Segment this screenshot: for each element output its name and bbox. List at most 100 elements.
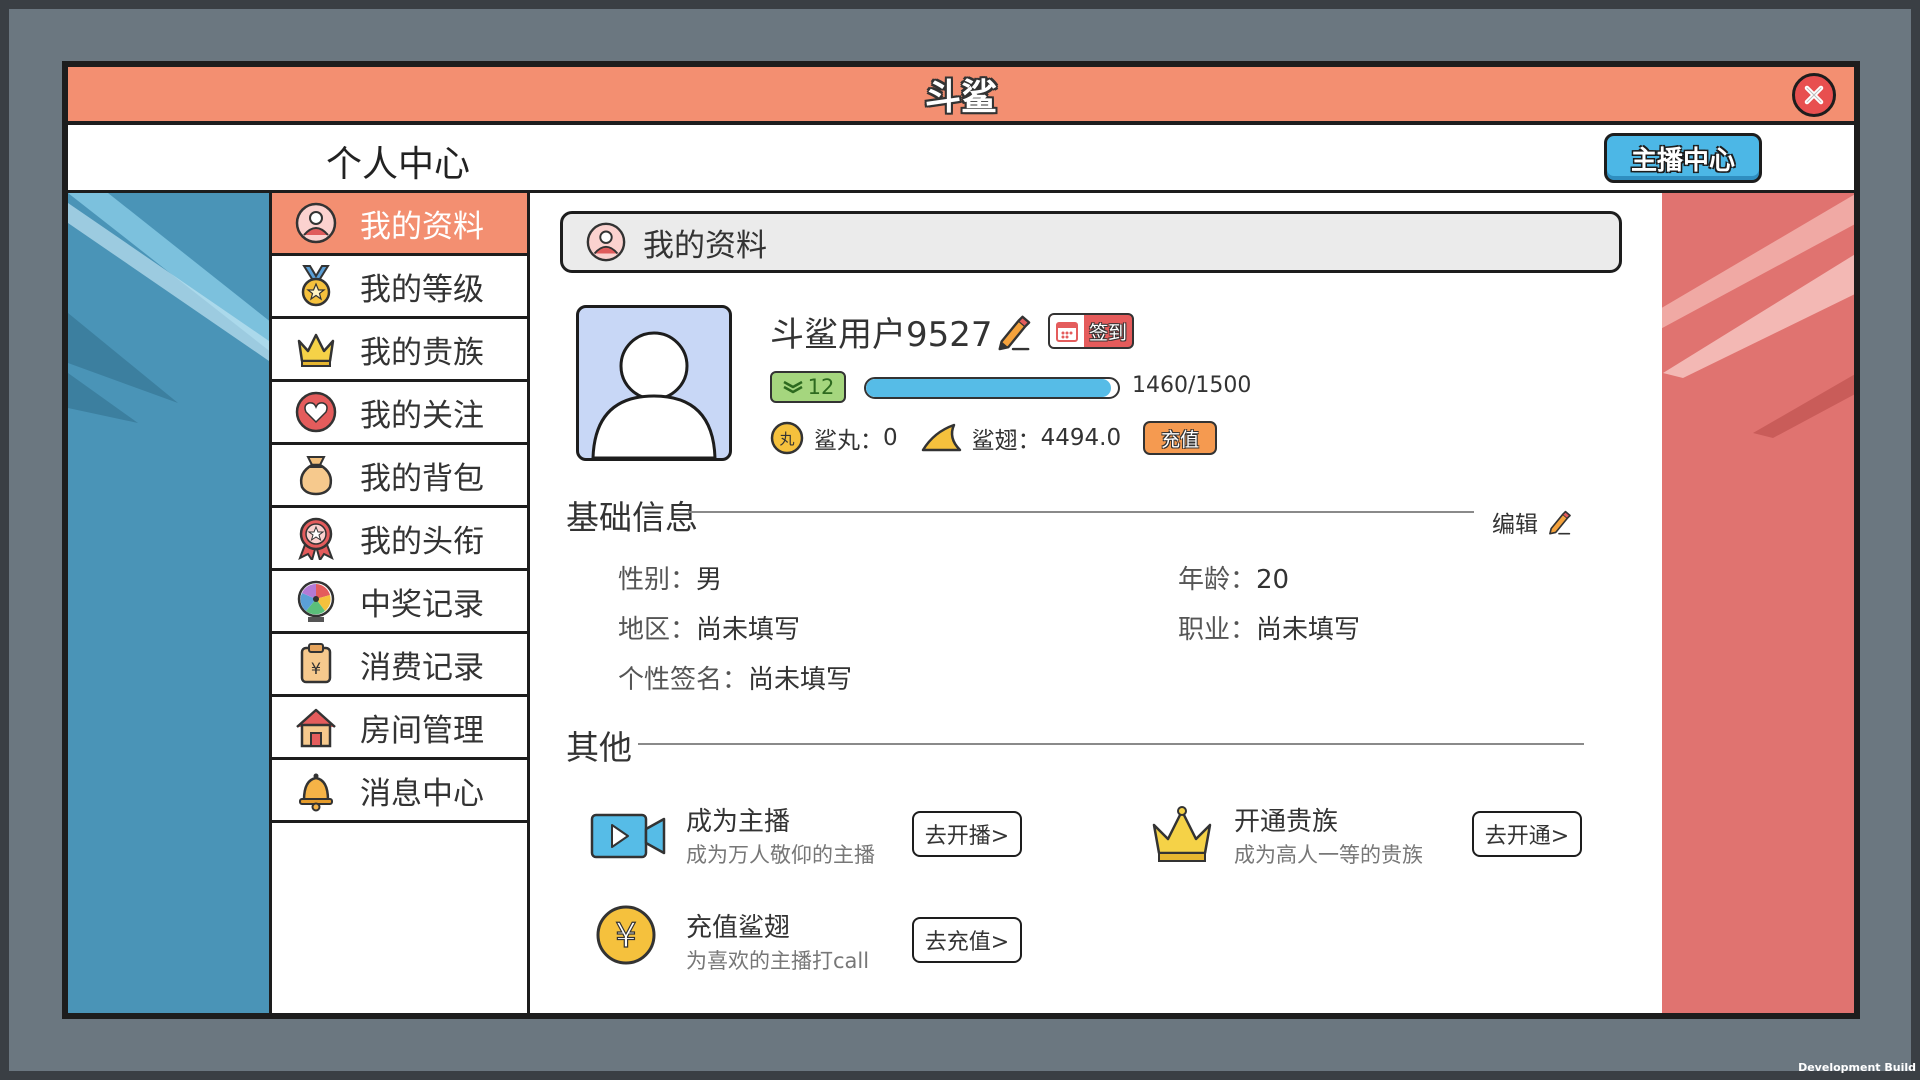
right-decoration <box>1650 193 1854 1019</box>
basic-info-divider <box>688 511 1474 513</box>
profile-icon <box>292 199 340 247</box>
avatar[interactable] <box>576 305 732 461</box>
edit-name-icon[interactable] <box>994 313 1032 351</box>
sidebar-nav: 我的资料 我的等级 我的贵族 我的关注 我的背包 <box>272 193 530 1019</box>
left-decoration <box>68 193 272 1019</box>
badge-icon <box>292 514 340 562</box>
username: 斗鲨用户9527 <box>770 307 993 356</box>
signature-label: 个性签名： <box>618 665 748 695</box>
sidebar-item-consume-record[interactable]: ¥ 消费记录 <box>272 634 527 697</box>
sidebar-item-label: 我的背包 <box>360 453 484 498</box>
sidebar-item-level[interactable]: 我的等级 <box>272 256 527 319</box>
coin-icon-text: 丸 <box>779 430 794 448</box>
job-field: 职业：尚未填写 <box>1178 609 1360 646</box>
xp-text: 1460/1500 <box>1132 373 1251 398</box>
level-chevron-icon <box>782 378 804 396</box>
go-recharge-button[interactable]: 去充值> <box>912 917 1022 963</box>
checkin-button[interactable]: 签到 <box>1048 313 1134 349</box>
sidebar-item-label: 消费记录 <box>360 642 484 687</box>
tab-bar: 个人中心 主播中心 <box>68 125 1854 193</box>
sidebar-item-label: 我的等级 <box>360 264 484 309</box>
shark-pill-coin-icon: 丸 <box>770 421 804 455</box>
recharge-fin-desc: 为喜欢的主播打call <box>686 945 869 975</box>
sidebar-item-title[interactable]: 我的头衔 <box>272 508 527 571</box>
wheel-icon <box>292 577 340 625</box>
default-avatar-icon <box>579 308 729 458</box>
sidebar-item-backpack[interactable]: 我的背包 <box>272 445 527 508</box>
sidebar-item-label: 我的头衔 <box>360 516 484 561</box>
gender-value: 男 <box>696 565 722 595</box>
title-bar: 斗鲨 <box>68 67 1854 125</box>
crown-icon <box>292 325 340 373</box>
sidebar-item-message-center[interactable]: 消息中心 <box>272 760 527 823</box>
development-build-label: Development Build <box>1798 1061 1916 1074</box>
sidebar-item-profile[interactable]: 我的资料 <box>272 193 527 256</box>
job-value: 尚未填写 <box>1256 615 1360 645</box>
sidebar-item-label: 房间管理 <box>360 705 484 750</box>
region-label: 地区： <box>618 615 696 645</box>
open-noble-button[interactable]: 去开通> <box>1472 811 1582 857</box>
xp-progress-fill <box>866 379 1111 397</box>
go-live-button[interactable]: 去开播> <box>912 811 1022 857</box>
sidebar-item-label: 我的贵族 <box>360 327 484 372</box>
shark-fin-icon <box>920 422 964 454</box>
open-noble-desc: 成为高人一等的贵族 <box>1234 839 1423 869</box>
bell-icon <box>292 766 340 814</box>
age-value: 20 <box>1256 565 1289 595</box>
yen-coin-icon: ¥ <box>594 903 658 967</box>
age-label: 年龄： <box>1178 565 1256 595</box>
receipt-icon: ¥ <box>292 640 340 688</box>
profile-window: 斗鲨 个人中心 主播中心 我的资料 <box>62 61 1860 1019</box>
svg-text:¥: ¥ <box>311 659 321 678</box>
level-value: 12 <box>808 375 835 399</box>
sidebar-item-label: 我的关注 <box>360 390 484 435</box>
window-title: 斗鲨 <box>925 68 997 120</box>
signature-value: 尚未填写 <box>748 665 852 695</box>
edit-pencil-icon <box>1546 509 1572 535</box>
section-title: 我的资料 <box>643 220 767 265</box>
anchor-center-button[interactable]: 主播中心 <box>1604 133 1762 183</box>
other-divider <box>638 743 1584 745</box>
gender-label: 性别： <box>618 565 696 595</box>
xp-progress-bar <box>864 377 1120 399</box>
close-button[interactable] <box>1792 73 1836 117</box>
edit-basic-info-button[interactable]: 编辑 <box>1492 505 1572 539</box>
calendar-icon <box>1050 315 1084 347</box>
profile-icon <box>585 221 627 263</box>
sidebar-item-prize-record[interactable]: 中奖记录 <box>272 571 527 634</box>
become-anchor-desc: 成为万人敬仰的主播 <box>686 839 875 869</box>
gender-field: 性别：男 <box>618 559 722 596</box>
age-field: 年龄：20 <box>1178 559 1289 596</box>
tab-personal-center[interactable]: 个人中心 <box>314 135 482 195</box>
become-anchor-title: 成为主播 <box>686 801 790 838</box>
sidebar-item-label: 消息中心 <box>360 768 484 813</box>
profile-section-header: 我的资料 <box>560 211 1622 273</box>
sidebar-item-room-manage[interactable]: 房间管理 <box>272 697 527 760</box>
signature-field: 个性签名：尚未填写 <box>618 659 852 696</box>
video-camera-icon <box>590 811 666 861</box>
other-title: 其他 <box>566 721 632 769</box>
yen-symbol: ¥ <box>615 916 637 956</box>
bag-icon <box>292 451 340 499</box>
checkin-label: 签到 <box>1084 318 1132 345</box>
stripe-decoration <box>68 193 272 1019</box>
sidebar-item-noble[interactable]: 我的贵族 <box>272 319 527 382</box>
sidebar-item-follow[interactable]: 我的关注 <box>272 382 527 445</box>
fin-label: 鲨翅： <box>972 421 1041 455</box>
currency-row: 丸 鲨丸： 0 鲨翅： 4494.0 充值 <box>770 421 1217 455</box>
region-value: 尚未填写 <box>696 615 800 645</box>
house-icon <box>292 703 340 751</box>
basic-info-title: 基础信息 <box>566 491 698 539</box>
profile-content: 我的资料 斗鲨用户9527 签到 12 1460/ <box>530 193 1662 1019</box>
stripe-decoration <box>1653 193 1854 1019</box>
job-label: 职业： <box>1178 615 1256 645</box>
recharge-button[interactable]: 充值 <box>1143 421 1217 455</box>
close-icon <box>1802 83 1826 107</box>
noble-crown-icon <box>1150 803 1214 865</box>
region-field: 地区：尚未填写 <box>618 609 800 646</box>
sidebar-item-label: 我的资料 <box>360 201 484 246</box>
recharge-fin-title: 充值鲨翅 <box>686 907 790 944</box>
level-badge: 12 <box>770 371 846 403</box>
edit-label: 编辑 <box>1492 505 1538 539</box>
sidebar-item-label: 中奖记录 <box>360 579 484 624</box>
